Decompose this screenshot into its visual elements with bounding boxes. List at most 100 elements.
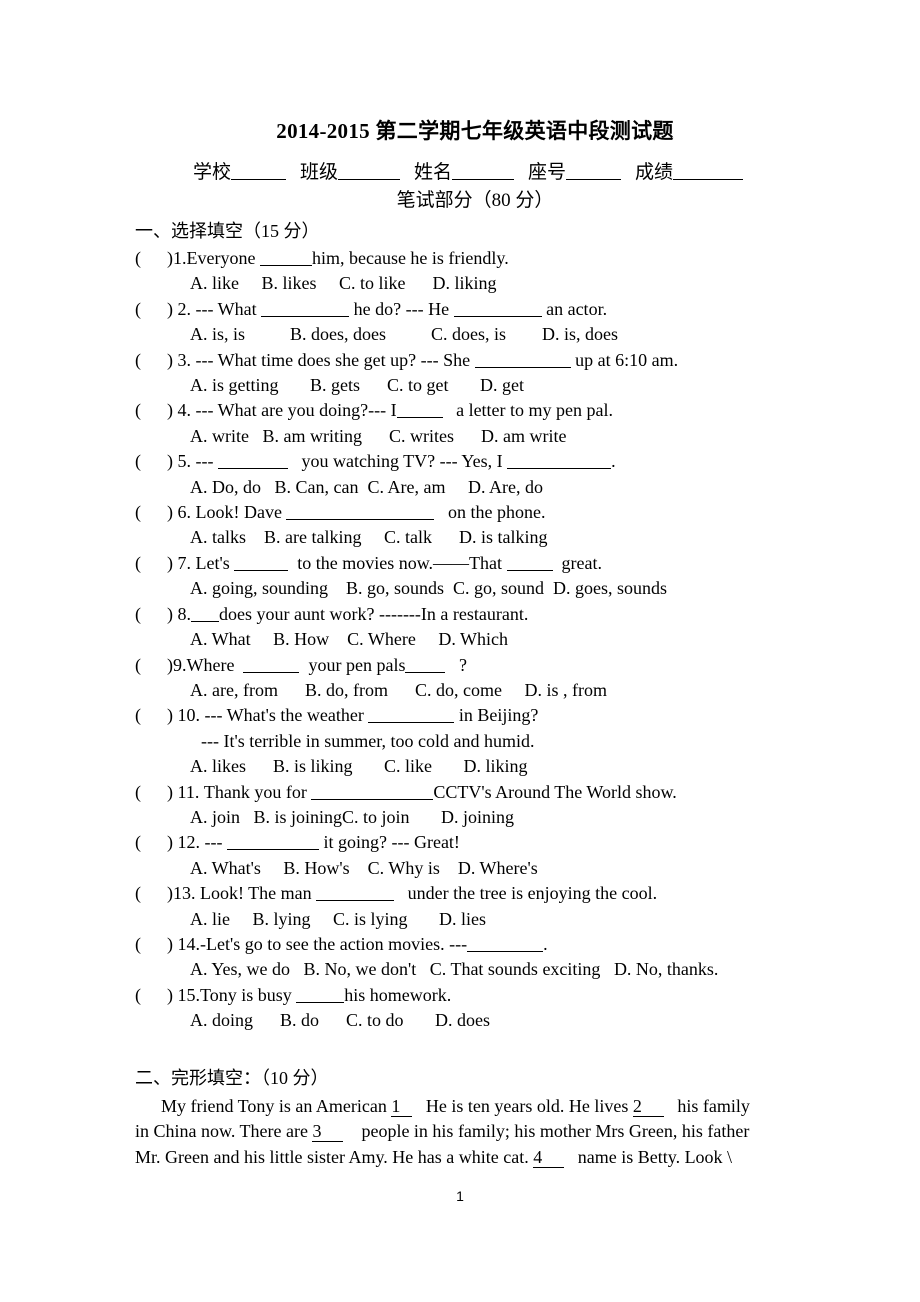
option-d[interactable]: D. Where's xyxy=(458,856,538,881)
answer-blank[interactable] xyxy=(191,607,219,622)
answer-paren-open[interactable]: ( xyxy=(135,348,167,373)
option-b[interactable]: B. go, sounds xyxy=(346,576,444,601)
answer-blank[interactable] xyxy=(316,886,395,902)
answer-blank[interactable] xyxy=(405,658,446,673)
option-c[interactable]: C. does, is xyxy=(431,322,506,347)
cloze-blank-4[interactable]: 4 xyxy=(533,1146,565,1168)
option-b[interactable]: B. do xyxy=(280,1008,319,1033)
option-b[interactable]: B. are talking xyxy=(264,525,361,550)
answer-blank[interactable] xyxy=(474,353,571,368)
option-b[interactable]: B. gets xyxy=(310,373,360,398)
answer-paren-open[interactable]: ( xyxy=(135,703,167,728)
option-c[interactable]: C. talk xyxy=(384,525,432,550)
option-b[interactable]: B. Can, can xyxy=(275,475,359,500)
option-c[interactable]: C. go, sound xyxy=(453,576,544,601)
option-b[interactable]: B. do, from xyxy=(305,678,388,703)
option-a[interactable]: A. doing xyxy=(190,1008,253,1033)
option-d[interactable]: D. am write xyxy=(481,424,566,449)
answer-paren-open[interactable]: ( xyxy=(135,297,167,322)
answer-paren-open[interactable]: ( xyxy=(135,551,167,576)
option-a[interactable]: A. going, sounding xyxy=(190,576,328,601)
answer-blank[interactable] xyxy=(226,835,319,851)
answer-blank[interactable] xyxy=(261,302,350,317)
option-c[interactable]: C. like xyxy=(384,754,432,779)
option-c[interactable]: C. Why is xyxy=(368,856,440,881)
answer-blank[interactable] xyxy=(311,785,434,800)
option-d[interactable]: D. is talking xyxy=(459,525,548,550)
option-c[interactable]: C. Where xyxy=(347,627,416,652)
answer-blank[interactable] xyxy=(506,556,553,571)
option-b[interactable]: B. does, does xyxy=(290,322,386,347)
option-a[interactable]: A. join xyxy=(190,805,240,830)
answer-paren-open[interactable]: ( xyxy=(135,398,167,423)
option-d[interactable]: D. does xyxy=(435,1008,490,1033)
option-d[interactable]: D. is, does xyxy=(542,322,618,347)
option-a[interactable]: A. is getting xyxy=(190,373,279,398)
option-a[interactable]: A. likes xyxy=(190,754,246,779)
answer-blank[interactable] xyxy=(507,454,612,470)
option-d[interactable]: D. Are, do xyxy=(468,475,543,500)
option-d[interactable]: D. lies xyxy=(439,907,486,932)
option-a[interactable]: A. Yes, we do xyxy=(190,957,290,982)
answer-paren-open[interactable]: ( xyxy=(135,780,167,805)
option-b[interactable]: B. lying xyxy=(253,907,311,932)
answer-blank[interactable] xyxy=(453,302,542,317)
option-a[interactable]: A. are, from xyxy=(190,678,278,703)
option-a[interactable]: A. like xyxy=(190,271,239,296)
answer-paren-open[interactable]: ( xyxy=(135,932,167,957)
option-b[interactable]: B. How's xyxy=(283,856,349,881)
answer-blank[interactable] xyxy=(217,454,288,470)
answer-blank[interactable] xyxy=(467,937,544,952)
option-c[interactable]: C. to do xyxy=(346,1008,404,1033)
answer-paren-open[interactable]: ( xyxy=(135,500,167,525)
answer-blank[interactable] xyxy=(296,988,345,1003)
question-stem: () 5. --- you watching TV? --- Yes, I . xyxy=(135,449,815,474)
cloze-blank-1[interactable]: 1 xyxy=(391,1095,413,1117)
answer-paren-open[interactable]: ( xyxy=(135,881,167,906)
option-a[interactable]: A. Do, do xyxy=(190,475,261,500)
answer-paren-open[interactable]: ( xyxy=(135,449,167,474)
answer-paren-open[interactable]: ( xyxy=(135,602,167,627)
option-b[interactable]: B. is liking xyxy=(273,754,353,779)
option-d[interactable]: D. is , from xyxy=(524,678,607,703)
option-d[interactable]: D. joining xyxy=(441,805,514,830)
option-c[interactable]: C. to get xyxy=(387,373,449,398)
answer-paren-open[interactable]: ( xyxy=(135,246,167,271)
option-c[interactable]: C. is lying xyxy=(333,907,408,932)
option-d[interactable]: D. goes, sounds xyxy=(553,576,667,601)
option-d[interactable]: D. get xyxy=(480,373,524,398)
option-b[interactable]: B. am writing xyxy=(262,424,362,449)
answer-paren-open[interactable]: ( xyxy=(135,983,167,1008)
answer-blank[interactable] xyxy=(259,251,312,266)
option-c[interactable]: C. do, come xyxy=(415,678,502,703)
option-a[interactable]: A. What's xyxy=(190,856,261,881)
option-b[interactable]: B. No, we don't xyxy=(304,957,417,982)
answer-blank[interactable] xyxy=(234,556,289,571)
answer-blank[interactable] xyxy=(286,505,435,521)
answer-paren-open[interactable]: ( xyxy=(135,830,167,855)
option-b[interactable]: B. likes xyxy=(262,271,317,296)
option-c[interactable]: C. That sounds exciting xyxy=(430,957,601,982)
cloze-blank-3[interactable]: 3 xyxy=(312,1121,344,1143)
answer-blank[interactable] xyxy=(396,403,443,419)
answer-blank[interactable] xyxy=(368,708,455,724)
option-c[interactable]: C. writes xyxy=(389,424,454,449)
option-d[interactable]: D. No, thanks. xyxy=(614,957,719,982)
option-c[interactable]: C. Are, am xyxy=(367,475,445,500)
option-a[interactable]: A. is, is xyxy=(190,322,245,347)
option-c[interactable]: C. to like xyxy=(339,271,406,296)
option-b[interactable]: B. How xyxy=(273,627,329,652)
option-d[interactable]: D. Which xyxy=(438,627,508,652)
option-d[interactable]: D. liking xyxy=(464,754,528,779)
option-a[interactable]: A. write xyxy=(190,424,249,449)
option-b[interactable]: B. is joining xyxy=(254,805,343,830)
option-a[interactable]: A. lie xyxy=(190,907,230,932)
answer-paren-open[interactable]: ( xyxy=(135,653,167,678)
cloze-blank-2[interactable]: 2 xyxy=(632,1095,664,1117)
answer-paren-close: ) xyxy=(167,705,173,726)
option-c[interactable]: C. to join xyxy=(342,805,410,830)
answer-blank[interactable] xyxy=(243,658,300,673)
option-a[interactable]: A. What xyxy=(190,627,251,652)
option-a[interactable]: A. talks xyxy=(190,525,246,550)
option-d[interactable]: D. liking xyxy=(433,271,497,296)
